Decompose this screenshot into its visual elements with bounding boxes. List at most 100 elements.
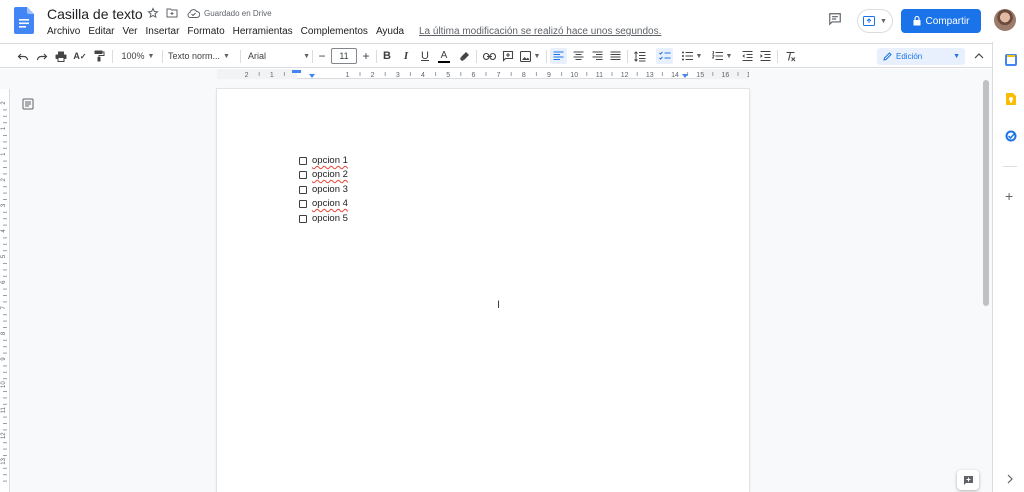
right-indent-marker[interactable] [682, 74, 688, 78]
clear-formatting-icon[interactable] [783, 49, 797, 63]
checklist-item-text[interactable]: opcion 5 [312, 213, 348, 224]
checklist-icon[interactable] [656, 48, 673, 64]
ruler-tick-label: 12 [1, 432, 7, 439]
insert-image-icon[interactable]: ▼ [519, 49, 541, 63]
ruler-tick-label: 12 [621, 72, 629, 79]
ruler-tick [3, 173, 7, 175]
menu-herramientas[interactable]: Herramientas [233, 26, 293, 40]
add-comment-icon[interactable] [501, 49, 515, 63]
explore-button[interactable] [957, 470, 979, 490]
font-family-select[interactable]: Arial ▼ [246, 49, 310, 63]
toolbar-divider [546, 50, 547, 63]
ruler-tick [460, 72, 462, 76]
left-indent-marker[interactable] [309, 74, 315, 78]
menu-insertar[interactable]: Insertar [146, 26, 180, 40]
zoom-select[interactable]: 100% ▼ [118, 49, 158, 63]
checklist-item: opcion 2 [299, 169, 348, 180]
checklist-item-text[interactable]: opcion 4 [312, 198, 348, 209]
last-edit-link[interactable]: La última modificación se realizó hace u… [419, 26, 661, 37]
menu-bar: Archivo Editar Ver Insertar Formato Herr… [47, 26, 412, 40]
spellcheck-icon[interactable]: A ✓ [73, 49, 87, 63]
ruler-tick [3, 141, 7, 143]
numbered-list-icon[interactable]: ▼ [709, 49, 735, 63]
vertical-scrollbar[interactable] [983, 80, 989, 306]
underline-icon[interactable]: U [419, 49, 431, 63]
show-side-panel-icon[interactable] [1007, 474, 1013, 484]
redo-icon[interactable] [35, 49, 49, 63]
decrease-indent-icon[interactable] [740, 49, 754, 63]
checkbox[interactable] [299, 185, 307, 194]
bold-icon[interactable]: B [381, 49, 393, 63]
ruler-tick [435, 72, 437, 76]
star-icon[interactable] [147, 7, 159, 19]
paint-format-icon[interactable] [92, 49, 106, 63]
horizontal-ruler[interactable]: 21123456789101112131415161718 [217, 69, 749, 79]
comments-icon[interactable] [828, 12, 842, 26]
text-color-icon[interactable]: A [437, 49, 451, 63]
decrease-font-size-button[interactable]: − [316, 49, 328, 63]
docs-logo-icon[interactable] [14, 7, 34, 34]
align-right-icon[interactable] [590, 49, 604, 63]
explore-icon [963, 475, 973, 485]
menu-ver[interactable]: Ver [122, 26, 137, 40]
document-page[interactable] [217, 89, 749, 492]
bulleted-list-icon[interactable]: ▼ [679, 49, 705, 63]
menu-formato[interactable]: Formato [187, 26, 224, 40]
toolbar-divider [312, 50, 313, 63]
highlight-icon[interactable] [457, 49, 471, 63]
ruler-tick [3, 397, 7, 399]
ruler-tick [3, 352, 7, 354]
document-outline-icon[interactable] [22, 98, 34, 110]
checkbox[interactable] [299, 199, 307, 208]
checklist-item-text[interactable]: opcion 1 [312, 155, 348, 166]
share-button[interactable]: Compartir [901, 9, 981, 33]
increase-indent-icon[interactable] [758, 49, 772, 63]
paragraph-style-select[interactable]: Texto norm... ▼ [168, 49, 234, 63]
ruler-tick-label: 4 [421, 72, 425, 79]
font-size-input[interactable]: 11 [331, 48, 357, 64]
ruler-tick-label: 3 [1, 203, 7, 207]
menu-complementos[interactable]: Complementos [301, 26, 368, 40]
checklist-item-text[interactable]: opcion 3 [312, 184, 348, 195]
calendar-icon[interactable] [1004, 53, 1018, 67]
checkbox[interactable] [299, 156, 307, 165]
menu-editar[interactable]: Editar [88, 26, 114, 40]
get-add-ons-icon[interactable]: + [1005, 188, 1013, 204]
ruler-tick-label: 7 [1, 305, 7, 309]
ruler-tick [3, 192, 7, 194]
vertical-ruler[interactable]: 2 1 1 2 3 4 5 6 7 8 9 10 11 12 13 [0, 89, 10, 492]
first-line-indent-marker[interactable] [292, 70, 301, 73]
align-center-icon[interactable] [571, 49, 585, 63]
account-avatar[interactable] [994, 9, 1016, 31]
line-spacing-icon[interactable] [633, 49, 647, 63]
share-label: Compartir [925, 15, 970, 27]
checklist-item-text[interactable]: opcion 2 [312, 169, 348, 180]
move-to-folder-icon[interactable] [166, 8, 178, 18]
ruler-tick-label: 9 [1, 357, 7, 361]
keep-icon[interactable] [1004, 92, 1018, 106]
increase-font-size-button[interactable]: + [360, 49, 372, 63]
checkbox[interactable] [299, 214, 307, 223]
align-justify-icon[interactable] [608, 49, 622, 63]
undo-icon[interactable] [16, 49, 30, 63]
ruler-tick [3, 301, 7, 303]
italic-icon[interactable]: I [400, 49, 412, 63]
document-title[interactable]: Casilla de texto [47, 6, 143, 22]
ruler-tick [3, 320, 7, 322]
ruler-tick [3, 109, 7, 111]
print-icon[interactable] [54, 49, 68, 63]
ruler-tick-label: 3 [396, 72, 400, 79]
chevron-down-icon: ▼ [695, 52, 703, 60]
link-icon[interactable] [482, 49, 496, 63]
menu-archivo[interactable]: Archivo [47, 26, 80, 40]
menu-ayuda[interactable]: Ayuda [376, 26, 404, 40]
checkbox[interactable] [299, 170, 307, 179]
tasks-icon[interactable] [1004, 129, 1018, 143]
editing-mode-select[interactable]: Edición ▼ [877, 48, 965, 65]
collapse-menus-icon[interactable] [973, 49, 985, 63]
ruler-tick [3, 147, 7, 149]
present-button[interactable]: ▼ [857, 9, 893, 33]
cloud-saved-icon[interactable] [187, 9, 200, 18]
ruler-tick [3, 480, 7, 482]
align-left-icon[interactable] [550, 48, 567, 64]
